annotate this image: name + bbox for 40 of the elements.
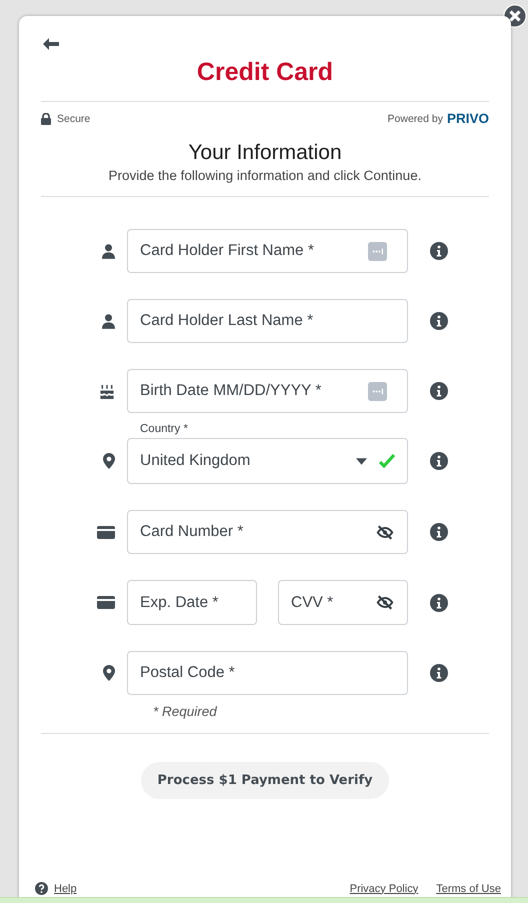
lock-icon: [41, 112, 51, 124]
info-icon[interactable]: [430, 312, 448, 330]
eye-slash-icon[interactable]: [376, 595, 394, 610]
credit-card-icon: [97, 526, 115, 538]
field-label: Country *: [139, 423, 189, 435]
person-icon: [102, 314, 115, 328]
map-pin-icon: [103, 665, 115, 681]
country-select[interactable]: United Kingdom: [127, 438, 408, 484]
section-subtitle: Provide the following information and click Continue.: [108, 168, 422, 183]
credit-card-icon: [97, 596, 115, 609]
footer-link[interactable]: Privacy Policy: [350, 882, 418, 894]
submit-button[interactable]: Process $1 Payment to Verify: [141, 762, 389, 799]
input-field[interactable]: Card Holder First Name *: [127, 229, 408, 273]
secure-label: Secure: [57, 112, 90, 124]
info-icon[interactable]: [430, 664, 448, 682]
dialog-title: Credit Card: [196, 58, 334, 87]
input-field[interactable]: Exp. Date *: [127, 580, 257, 625]
brand-logo: PRIVO: [446, 111, 489, 126]
eye-slash-icon[interactable]: [376, 524, 394, 540]
back-arrow-icon[interactable]: [43, 38, 59, 50]
info-icon[interactable]: [430, 452, 448, 470]
required-note: * Required: [153, 704, 218, 719]
person-icon: [102, 244, 115, 258]
info-icon[interactable]: [430, 594, 448, 612]
input-field[interactable]: Postal Code *: [127, 651, 408, 695]
map-pin-icon: [103, 453, 115, 469]
footer-link[interactable]: Terms of Use: [436, 882, 501, 894]
input-field[interactable]: Card Holder Last Name *: [127, 299, 408, 343]
section-title: Your Information: [187, 141, 343, 165]
info-icon[interactable]: [430, 382, 448, 400]
input-field[interactable]: CVV *: [278, 580, 408, 625]
input-field[interactable]: Birth Date MM/DD/YYYY *: [127, 369, 408, 413]
powered-by-label: Powered by: [388, 112, 443, 124]
caret-icon: [356, 458, 367, 464]
info-icon[interactable]: [430, 242, 448, 260]
help-icon[interactable]: [35, 882, 48, 895]
cake-icon: [99, 384, 115, 398]
help-link[interactable]: Help: [54, 882, 77, 894]
input-field[interactable]: Card Number *: [127, 510, 408, 554]
info-icon[interactable]: [430, 523, 448, 541]
